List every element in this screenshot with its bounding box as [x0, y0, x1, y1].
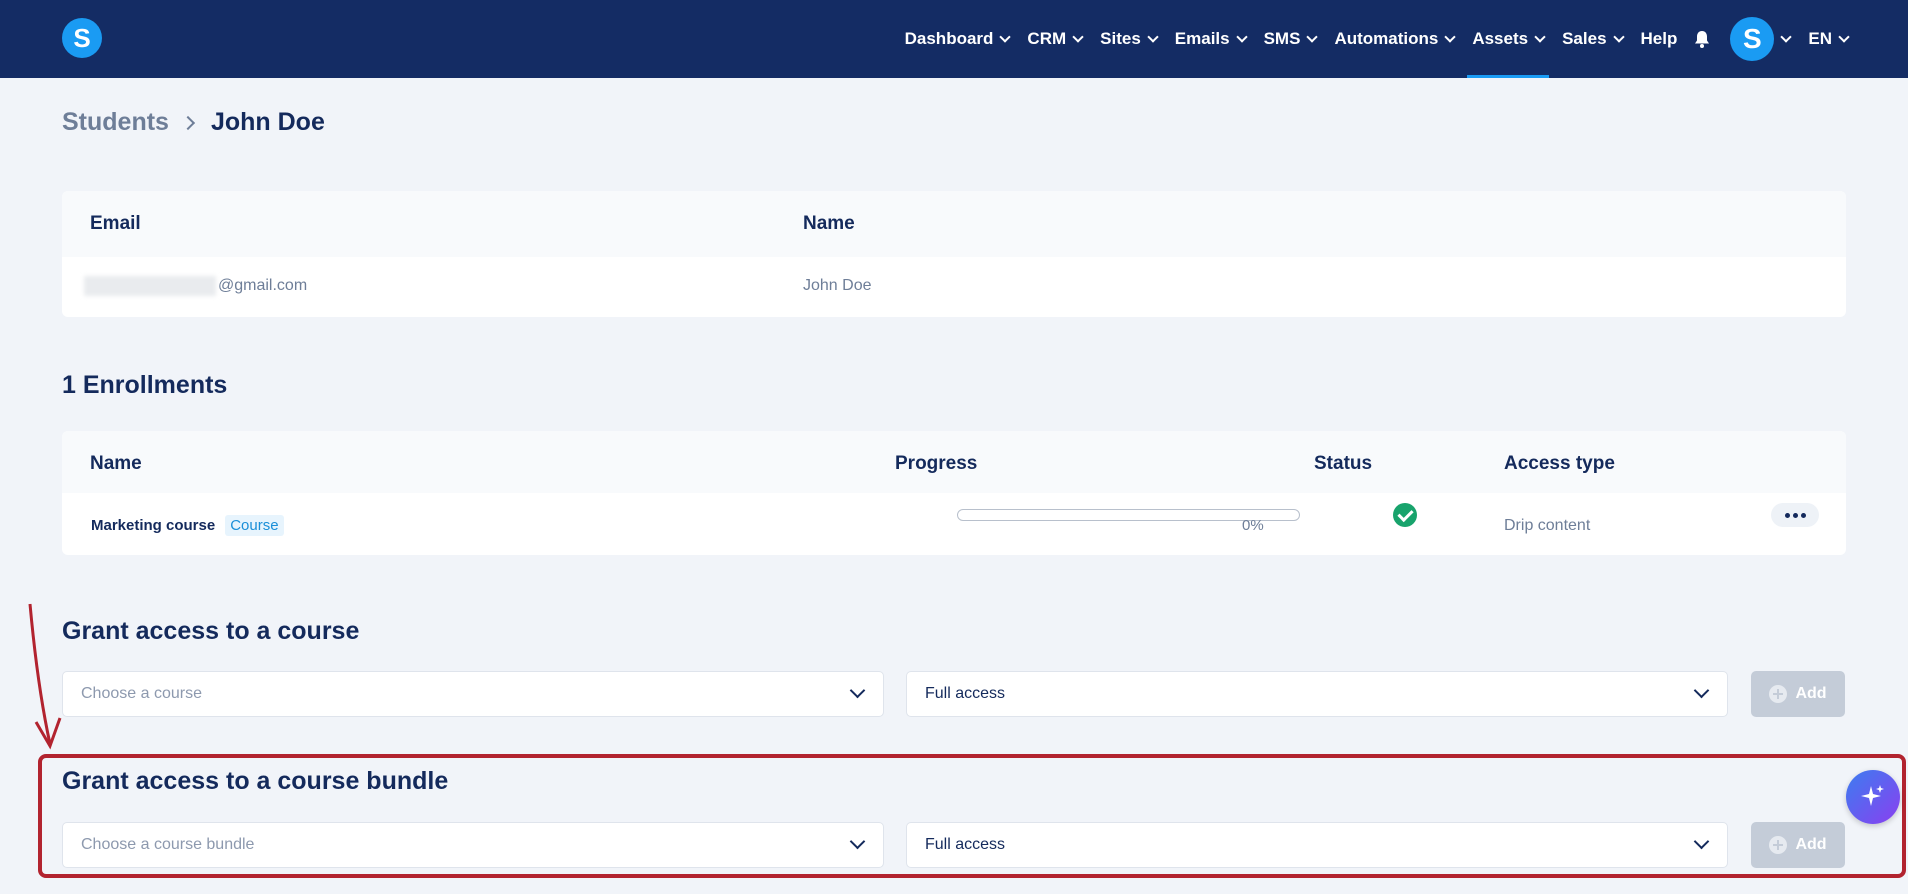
chevron-down-icon [1838, 30, 1850, 43]
student-info-card: Email Name @gmail.com John Doe [62, 191, 1846, 317]
chevron-down-icon [1306, 30, 1319, 43]
dot-icon [1800, 512, 1806, 518]
col-status: Status [1314, 453, 1373, 474]
student-info-header [62, 191, 1846, 257]
nav-sales[interactable]: Sales [1553, 0, 1631, 78]
nav-assets[interactable]: Assets [1463, 0, 1553, 78]
page-title: John Doe [210, 108, 325, 136]
nav-sms[interactable]: SMS [1255, 0, 1326, 78]
chevron-down-icon [1780, 30, 1793, 43]
annotation-highlight-box [38, 754, 1906, 878]
col-access-type: Access type [1504, 453, 1615, 474]
student-name: John Doe [803, 277, 872, 294]
check-circle-icon [1393, 503, 1417, 527]
chevron-down-icon [1147, 30, 1159, 43]
enrollments-table: Name Progress Status Access type Marketi… [62, 431, 1846, 555]
bell-icon[interactable] [1692, 29, 1712, 49]
col-progress: Progress [895, 453, 978, 474]
more-options-button[interactable] [1771, 503, 1819, 527]
nav-crm[interactable]: CRM [1018, 0, 1091, 78]
dot-icon [1784, 512, 1790, 518]
annotation-arrow-icon [28, 603, 62, 750]
breadcrumb-students[interactable]: Students [62, 108, 169, 137]
user-menu[interactable]: S [1724, 0, 1796, 78]
ai-assistant-button[interactable] [1846, 770, 1900, 824]
chevron-down-icon [1235, 30, 1248, 43]
nav-dashboard[interactable]: Dashboard [896, 0, 1019, 78]
chevron-down-icon [1612, 30, 1625, 43]
chevron-right-icon [180, 115, 196, 130]
add-course-button[interactable]: Add [1751, 671, 1845, 717]
chevron-down-icon [1693, 682, 1710, 699]
chevron-down-icon [1534, 30, 1546, 43]
chevron-down-icon [1444, 30, 1456, 43]
main-nav: Dashboard CRM Sites Emails SMS Automatio… [896, 0, 1850, 78]
col-name: Name [90, 453, 142, 474]
nav-automations[interactable]: Automations [1325, 0, 1463, 78]
course-cell: Marketing course Course [91, 515, 284, 536]
dot-icon [1792, 512, 1798, 518]
nav-help[interactable]: Help [1632, 0, 1687, 78]
breadcrumb: Students John Doe [62, 108, 325, 137]
avatar: S [1730, 17, 1775, 61]
chevron-down-icon [999, 30, 1012, 43]
student-email: @gmail.com [84, 276, 307, 296]
course-select[interactable]: Choose a course [62, 671, 884, 717]
name-header: Name [803, 213, 855, 234]
redacted-text [84, 276, 216, 296]
sparkle-icon [1861, 785, 1884, 806]
enrollments-title: 1 Enrollments [62, 371, 228, 399]
logo[interactable]: S [62, 18, 102, 58]
chevron-down-icon [849, 682, 866, 699]
access-type-value: Drip content [1504, 517, 1591, 534]
plus-circle-icon [1769, 685, 1788, 703]
grant-course-title: Grant access to a course [62, 617, 360, 645]
nav-sites[interactable]: Sites [1091, 0, 1166, 78]
nav-emails[interactable]: Emails [1166, 0, 1255, 78]
course-type-badge: Course [225, 515, 284, 536]
chevron-down-icon [1072, 30, 1084, 43]
progress-label: 0% [1242, 517, 1264, 534]
course-name-link[interactable]: Marketing course [91, 517, 215, 534]
language-selector[interactable]: EN [1796, 0, 1850, 78]
top-navbar: S Dashboard CRM Sites Emails SMS Automat… [0, 0, 1908, 78]
email-header: Email [90, 213, 141, 234]
course-access-select[interactable]: Full access [906, 671, 1728, 717]
